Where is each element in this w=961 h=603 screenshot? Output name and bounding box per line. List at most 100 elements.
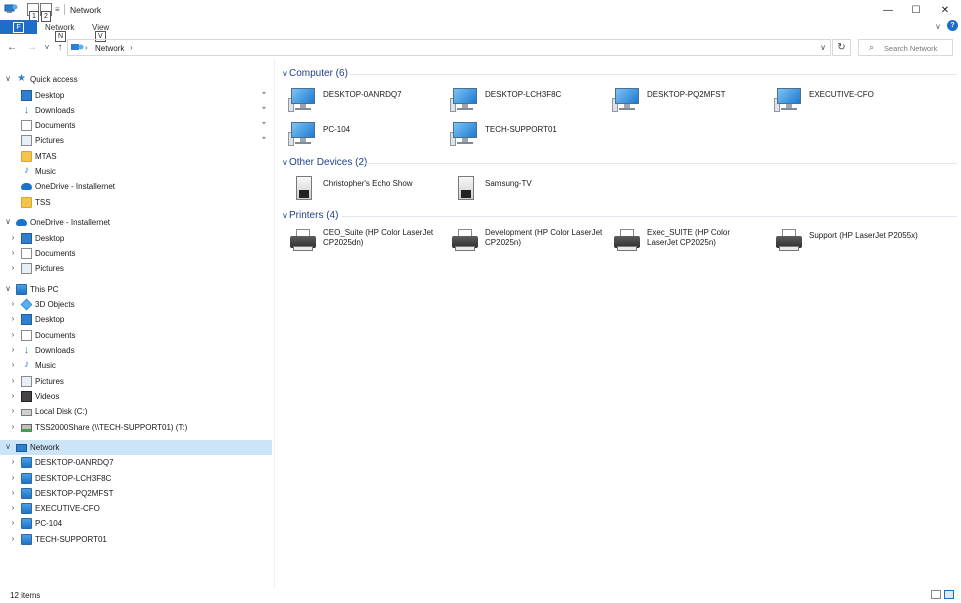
network-device-tile[interactable]: Samsung-TV	[446, 174, 606, 204]
sidebar-item-network[interactable]: ∨ Network	[0, 440, 272, 455]
collapsed-chevron-icon[interactable]: ›	[9, 534, 17, 543]
refresh-button[interactable]: ↻	[832, 39, 851, 56]
collapsed-chevron-icon[interactable]: ›	[9, 391, 17, 400]
expand-ribbon-icon[interactable]: ∨	[935, 22, 941, 31]
sidebar-item-net-desktop-0anrdq7[interactable]: › DESKTOP-0ANRDQ7	[0, 455, 272, 470]
computer-icon	[450, 86, 480, 116]
large-icons-view-icon[interactable]	[944, 590, 954, 599]
up-button[interactable]: ↑	[53, 41, 67, 55]
sidebar-item-3d-objects[interactable]: › 3D Objects	[0, 297, 272, 312]
network-computer-tile[interactable]: PC-104	[284, 120, 444, 150]
network-printer-tile[interactable]: Support (HP LaserJet P2055x)	[770, 226, 930, 256]
expanded-chevron-icon[interactable]: ∨	[4, 74, 12, 83]
sidebar-item-net-executive-cfo[interactable]: › EXECUTIVE-CFO	[0, 501, 272, 516]
ribbon-tabs: F Network N View V	[0, 20, 961, 42]
sidebar-item-net-desktop-lch3f8c[interactable]: › DESKTOP-LCH3F8C	[0, 471, 272, 486]
collapsed-chevron-icon[interactable]: ›	[9, 330, 17, 339]
sidebar-item-onedrive-desktop[interactable]: › Desktop	[0, 231, 272, 246]
sidebar-item-net-desktop-pq2mfst[interactable]: › DESKTOP-PQ2MFST	[0, 486, 272, 501]
expanded-chevron-icon[interactable]: ∨	[4, 442, 12, 451]
sidebar-item-label: TSS2000Share (\\TECH-SUPPORT01) (T:)	[35, 423, 188, 432]
status-bar: 12 items	[0, 588, 961, 603]
breadcrumb-network[interactable]: Network	[95, 44, 124, 53]
sidebar-item-qa-onedrive[interactable]: OneDrive - Installernet	[0, 179, 272, 194]
sidebar-item-net-pc-104[interactable]: › PC-104	[0, 516, 272, 531]
sidebar-item-pc-pictures[interactable]: › Pictures	[0, 374, 272, 389]
address-bar[interactable]: › Network › ∨	[67, 39, 831, 56]
sidebar-item-qa-pictures[interactable]: Pictures ⌖	[0, 133, 272, 148]
group-header-other-devices[interactable]: ∨ Other Devices (2)	[282, 156, 957, 170]
group-collapse-icon[interactable]: ∨	[282, 158, 288, 167]
collapsed-chevron-icon[interactable]: ›	[9, 376, 17, 385]
sidebar-item-net-tech-support01[interactable]: › TECH-SUPPORT01	[0, 532, 272, 547]
collapsed-chevron-icon[interactable]: ›	[9, 518, 17, 527]
sidebar-item-this-pc[interactable]: ∨ This PC	[0, 282, 272, 297]
group-header-computer[interactable]: ∨ Computer (6)	[282, 67, 957, 81]
network-computer-tile[interactable]: TECH-SUPPORT01	[446, 120, 606, 150]
sidebar-item-pc-videos[interactable]: › Videos	[0, 389, 272, 404]
collapsed-chevron-icon[interactable]: ›	[9, 503, 17, 512]
forward-button[interactable]: →	[25, 41, 39, 55]
sidebar-item-quick-access[interactable]: ∨ ★ Quick access	[0, 72, 272, 87]
pane-splitter[interactable]	[274, 58, 275, 588]
network-device-tile[interactable]: Christopher's Echo Show	[284, 174, 444, 204]
network-printer-tile[interactable]: CEO_Suite (HP Color LaserJet CP2025dn)	[284, 226, 444, 256]
sidebar-item-qa-tss[interactable]: TSS	[0, 195, 272, 210]
collapsed-chevron-icon[interactable]: ›	[9, 473, 17, 482]
expanded-chevron-icon[interactable]: ∨	[4, 284, 12, 293]
close-button[interactable]: ✕	[930, 0, 960, 20]
breadcrumb-separator[interactable]: ›	[85, 43, 88, 52]
group-collapse-icon[interactable]: ∨	[282, 211, 288, 220]
sidebar-item-qa-desktop[interactable]: Desktop ⌖	[0, 88, 272, 103]
network-computer-tile[interactable]: EXECUTIVE-CFO	[770, 86, 930, 116]
sidebar-item-onedrive-documents[interactable]: › Documents	[0, 246, 272, 261]
collapsed-chevron-icon[interactable]: ›	[9, 360, 17, 369]
collapsed-chevron-icon[interactable]: ›	[9, 457, 17, 466]
network-computer-tile[interactable]: DESKTOP-PQ2MFST	[608, 86, 768, 116]
sidebar-item-qa-documents[interactable]: Documents ⌖	[0, 118, 272, 133]
sidebar-item-qa-mtas[interactable]: MTAS	[0, 149, 272, 164]
collapsed-chevron-icon[interactable]: ›	[9, 314, 17, 323]
sidebar-item-pc-desktop[interactable]: › Desktop	[0, 312, 272, 327]
collapsed-chevron-icon[interactable]: ›	[9, 422, 17, 431]
minimize-button[interactable]: —	[873, 0, 903, 20]
sidebar-item-onedrive-pictures[interactable]: › Pictures	[0, 261, 272, 276]
pin-icon[interactable]: ⌖	[262, 90, 266, 98]
window-title: Network	[70, 5, 102, 15]
address-dropdown-icon[interactable]: ∨	[820, 43, 826, 52]
file-tab[interactable]: F	[0, 20, 37, 34]
collapsed-chevron-icon[interactable]: ›	[9, 488, 17, 497]
pin-icon[interactable]: ⌖	[262, 105, 266, 113]
network-computer-tile[interactable]: DESKTOP-0ANRDQ7	[284, 86, 444, 116]
customize-quick-access-icon[interactable]: ≡	[55, 5, 60, 14]
collapsed-chevron-icon[interactable]: ›	[9, 406, 17, 415]
collapsed-chevron-icon[interactable]: ›	[9, 263, 17, 272]
collapsed-chevron-icon[interactable]: ›	[9, 299, 17, 308]
sidebar-item-onedrive[interactable]: ∨ OneDrive - Installernet	[0, 215, 272, 230]
details-view-icon[interactable]	[931, 590, 941, 599]
sidebar-item-qa-music[interactable]: ♪ Music	[0, 164, 272, 179]
sidebar-item-pc-music[interactable]: › ♪ Music	[0, 358, 272, 373]
pin-icon[interactable]: ⌖	[262, 120, 266, 128]
group-collapse-icon[interactable]: ∨	[282, 69, 288, 78]
collapsed-chevron-icon[interactable]: ›	[9, 345, 17, 354]
sidebar-item-pc-documents[interactable]: › Documents	[0, 328, 272, 343]
collapsed-chevron-icon[interactable]: ›	[9, 248, 17, 257]
network-printer-tile[interactable]: Exec_SUITE (HP Color LaserJet CP2025n)	[608, 226, 768, 256]
collapsed-chevron-icon[interactable]: ›	[9, 233, 17, 242]
pin-icon[interactable]: ⌖	[262, 135, 266, 143]
sidebar-item-qa-downloads[interactable]: ↓ Downloads ⌖	[0, 103, 272, 118]
sidebar-item-network-share[interactable]: › TSS2000Share (\\TECH-SUPPORT01) (T:)	[0, 420, 272, 435]
sidebar-item-pc-downloads[interactable]: › ↓ Downloads	[0, 343, 272, 358]
help-icon[interactable]: ?	[947, 20, 958, 31]
breadcrumb-separator-trailing[interactable]: ›	[130, 43, 133, 52]
recent-locations-button[interactable]: ˅	[40, 41, 54, 55]
expanded-chevron-icon[interactable]: ∨	[4, 217, 12, 226]
search-input[interactable]: ⌕ Search Network	[858, 39, 953, 56]
group-header-printers[interactable]: ∨ Printers (4)	[282, 209, 957, 223]
network-printer-tile[interactable]: Development (HP Color LaserJet CP2025n)	[446, 226, 606, 256]
network-computer-tile[interactable]: DESKTOP-LCH3F8C	[446, 86, 606, 116]
back-button[interactable]: ←	[5, 41, 19, 55]
maximize-button[interactable]: ☐	[901, 0, 931, 20]
sidebar-item-local-disk[interactable]: › Local Disk (C:)	[0, 404, 272, 419]
